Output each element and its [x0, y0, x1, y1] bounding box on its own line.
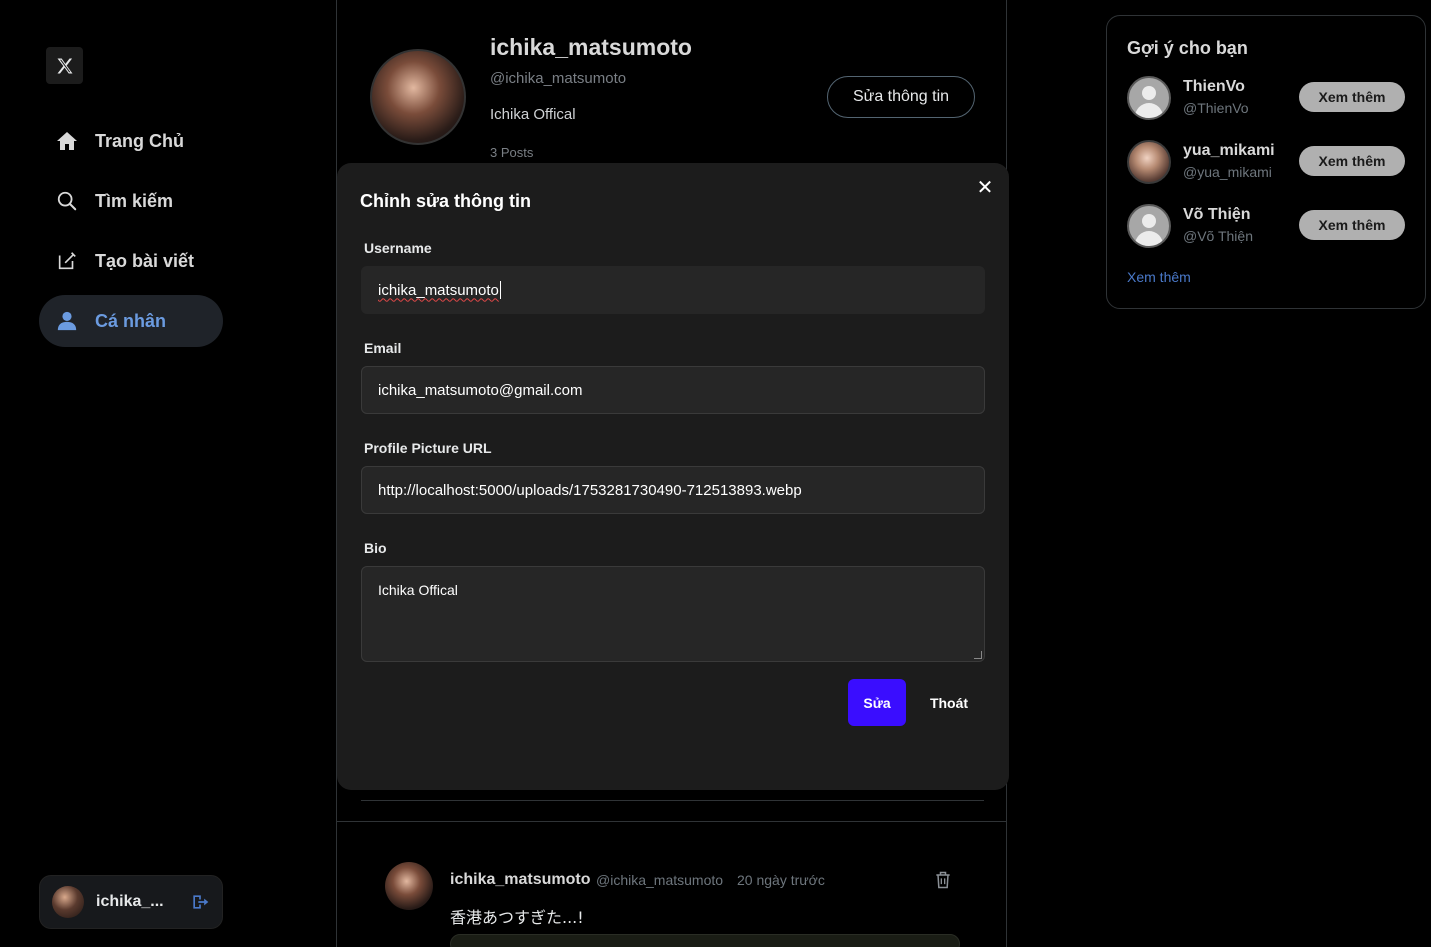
profile-handle: @ichika_matsumoto: [490, 70, 627, 87]
edit-profile-modal: Chỉnh sửa thông tin ✕ Username ichika_ma…: [337, 163, 1009, 790]
suggestion-handle: @ThienVo: [1183, 100, 1249, 116]
user-icon: [55, 309, 79, 333]
sidebar-item-label: Tìm kiếm: [95, 190, 174, 211]
profile-avatar: [370, 49, 466, 145]
divider: [337, 821, 1007, 822]
email-label: Email: [364, 340, 402, 356]
text-caret: [499, 281, 501, 299]
sidebar-item-label: Tạo bài viết: [95, 250, 195, 271]
modal-title: Chỉnh sửa thông tin: [360, 191, 532, 211]
default-avatar-icon: [1127, 76, 1171, 120]
suggestion-item: yua_mikami @yua_mikami Xem thêm: [1127, 140, 1407, 186]
sidebar-item-home[interactable]: Trang Chủ: [39, 115, 223, 167]
post-timestamp: 20 ngày trước: [737, 872, 825, 888]
suggestion-handle: @Võ Thiện: [1183, 228, 1253, 244]
current-user-card[interactable]: ichika_...: [39, 875, 223, 929]
search-icon: [55, 189, 79, 213]
view-more-button[interactable]: Xem thêm: [1299, 82, 1405, 112]
avatar-url-field[interactable]: http://localhost:5000/uploads/1753281730…: [361, 466, 985, 514]
post-text: 香港あつすぎた...!: [450, 908, 584, 927]
suggestions-title: Gợi ý cho bạn: [1127, 38, 1248, 58]
avatar: [1127, 140, 1171, 184]
username-value: ichika_matsumoto: [378, 281, 499, 299]
avatar-url-label: Profile Picture URL: [364, 440, 492, 456]
resize-handle-icon[interactable]: [974, 651, 982, 659]
avatar: [52, 886, 84, 918]
current-user-name: ichika_...: [96, 893, 164, 910]
suggestion-name: yua_mikami: [1183, 142, 1275, 159]
see-more-link[interactable]: Xem thêm: [1127, 269, 1191, 285]
profile-name: ichika_matsumoto: [490, 34, 692, 60]
logout-icon[interactable]: [190, 892, 210, 912]
bio-textarea[interactable]: Ichika Offical: [361, 566, 985, 662]
suggestion-name: Võ Thiện: [1183, 206, 1251, 223]
suggestion-item: Võ Thiện @Võ Thiện Xem thêm: [1127, 204, 1407, 250]
post-avatar: [385, 862, 433, 910]
view-more-button[interactable]: Xem thêm: [1299, 210, 1405, 240]
post-author-handle: @ichika_matsumoto: [596, 872, 724, 888]
left-sidebar: Trang Chủ Tìm kiếm Tạo bài viết Cá nhân …: [0, 0, 337, 947]
sidebar-item-profile[interactable]: Cá nhân: [39, 295, 223, 347]
cancel-button[interactable]: Thoát: [917, 679, 981, 726]
edit-profile-button[interactable]: Sửa thông tin: [827, 76, 975, 118]
compose-icon: [55, 249, 79, 273]
post-media[interactable]: [450, 934, 960, 947]
profile-posts-count: 3 Posts: [490, 145, 534, 160]
username-field[interactable]: ichika_matsumoto: [361, 266, 985, 314]
suggestion-handle: @yua_mikami: [1183, 164, 1272, 180]
sidebar-item-label: Cá nhân: [95, 310, 167, 331]
x-logo-icon[interactable]: [46, 47, 83, 84]
profile-bio: Ichika Offical: [490, 106, 576, 123]
suggestions-panel: Gợi ý cho bạn ThienVo @ThienVo Xem thêm …: [1106, 15, 1426, 309]
default-avatar-icon: [1127, 204, 1171, 248]
close-icon[interactable]: ✕: [975, 177, 995, 199]
email-value: ichika_matsumoto@gmail.com: [378, 381, 583, 399]
save-button[interactable]: Sửa: [848, 679, 906, 726]
suggestion-item: ThienVo @ThienVo Xem thêm: [1127, 76, 1407, 122]
divider: [361, 800, 984, 801]
avatar-url-value: http://localhost:5000/uploads/1753281730…: [378, 481, 802, 499]
trash-icon[interactable]: [933, 870, 953, 890]
sidebar-item-search[interactable]: Tìm kiếm: [39, 175, 223, 227]
bio-value: Ichika Offical: [378, 582, 458, 598]
sidebar-item-label: Trang Chủ: [95, 130, 184, 151]
sidebar-item-create-post[interactable]: Tạo bài viết: [39, 235, 223, 287]
email-field[interactable]: ichika_matsumoto@gmail.com: [361, 366, 985, 414]
post-author-name: ichika_matsumoto: [450, 871, 591, 888]
home-icon: [55, 129, 79, 153]
username-label: Username: [364, 240, 432, 256]
bio-label: Bio: [364, 540, 387, 556]
view-more-button[interactable]: Xem thêm: [1299, 146, 1405, 176]
suggestion-name: ThienVo: [1183, 78, 1245, 95]
